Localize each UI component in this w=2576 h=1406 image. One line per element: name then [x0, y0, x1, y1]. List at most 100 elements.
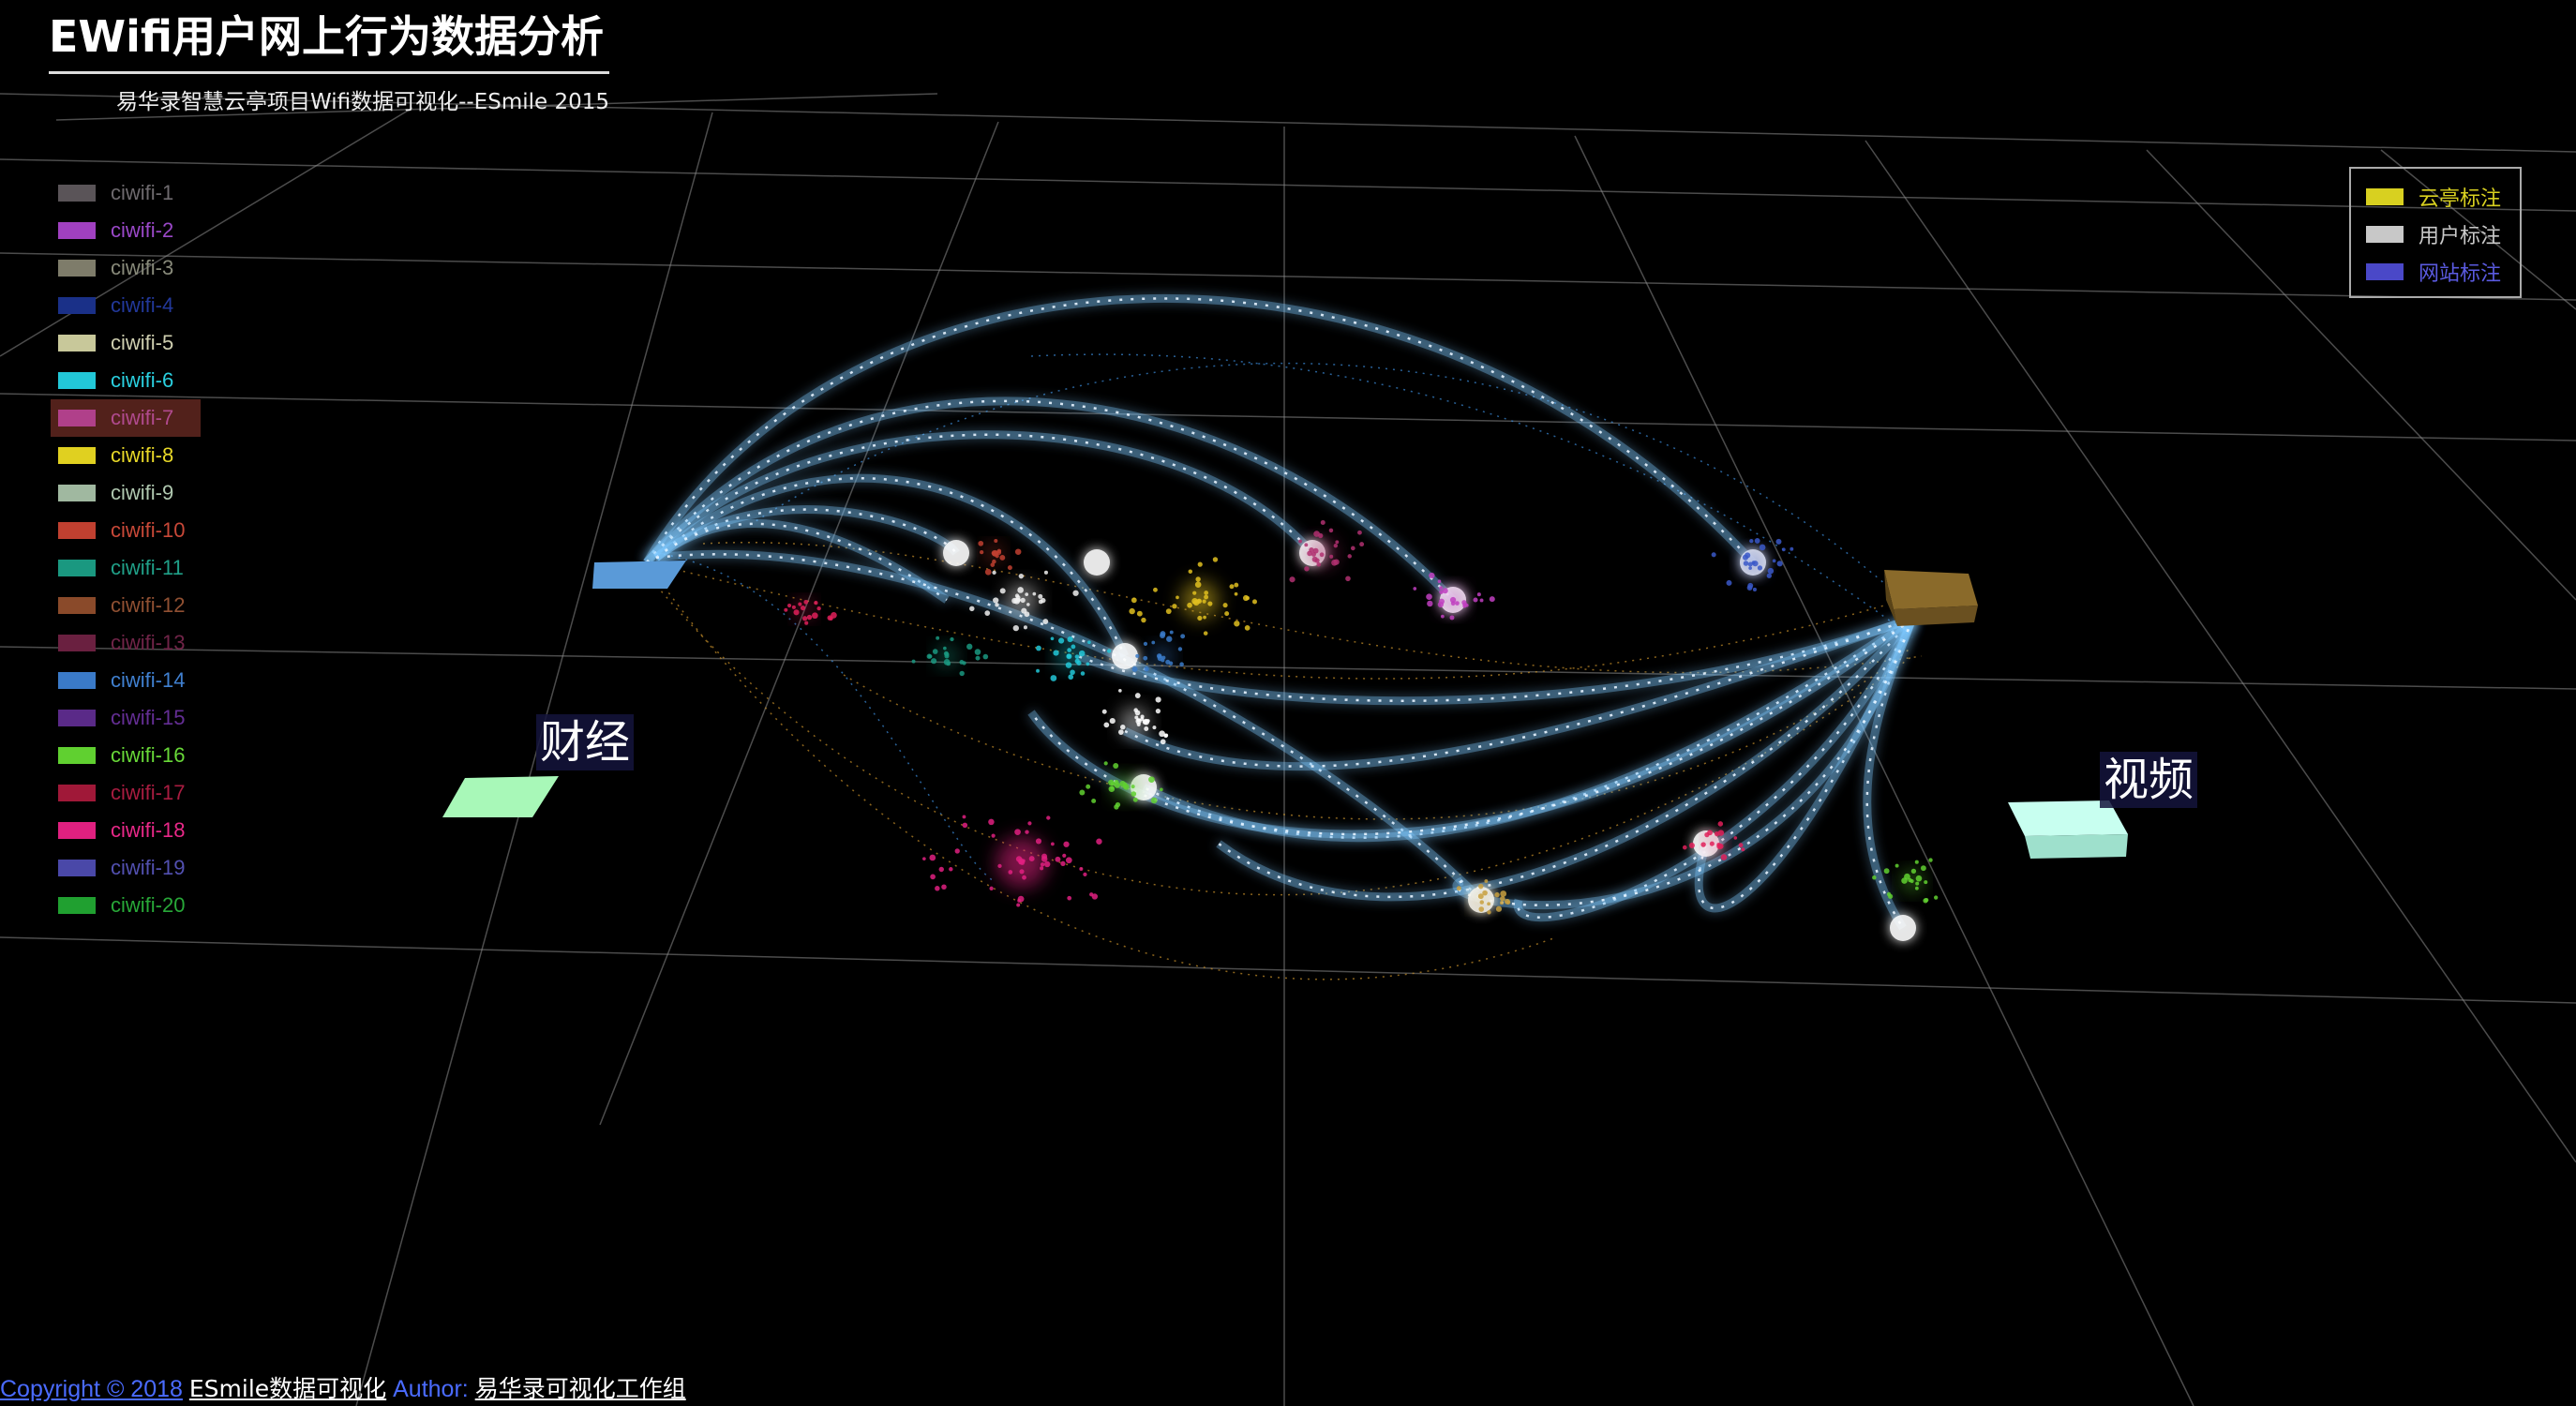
particle	[1915, 881, 1920, 886]
particle	[1347, 554, 1352, 559]
particle	[1742, 554, 1749, 561]
visualization-stage: EWifi用户网上行为数据分析 易华录智慧云亭项目Wifi数据可视化--ESmi…	[0, 0, 2576, 1406]
flow-arc	[1218, 618, 1913, 899]
particle	[1776, 561, 1783, 567]
wifi-legend-item[interactable]: ciwifi-11	[51, 549, 201, 587]
particle	[1357, 530, 1362, 535]
category-label-video: 视频	[2100, 752, 2198, 808]
particle	[1143, 655, 1148, 661]
wifi-legend-item[interactable]: ciwifi-7	[51, 399, 201, 437]
wifi-legend-item[interactable]: ciwifi-10	[51, 512, 201, 549]
particle-cluster	[1129, 557, 1258, 636]
particle	[1020, 597, 1026, 604]
legend-swatch	[2366, 263, 2404, 280]
particle	[1229, 584, 1235, 590]
particle	[1043, 570, 1048, 575]
particle	[1079, 789, 1086, 796]
wifi-legend-item[interactable]: ciwifi-1	[51, 174, 201, 212]
particle	[1478, 883, 1484, 890]
wifi-legend-item[interactable]: ciwifi-4	[51, 287, 201, 324]
wifi-legend-item[interactable]: ciwifi-9	[51, 474, 201, 512]
particle	[1775, 538, 1782, 545]
particle	[812, 612, 818, 620]
wifi-legend-item[interactable]: ciwifi-12	[51, 587, 201, 624]
particle	[1086, 662, 1090, 666]
particle	[1928, 858, 1933, 862]
particle	[1202, 599, 1206, 604]
particle	[1204, 591, 1209, 595]
particle	[1318, 532, 1324, 539]
wifi-legend-item[interactable]: ciwifi-2	[51, 212, 201, 249]
particle	[1072, 590, 1079, 596]
particle	[1717, 821, 1724, 827]
particle	[1766, 573, 1772, 578]
marker-legend-item[interactable]: 用户标注	[2351, 216, 2520, 253]
particle	[1289, 576, 1295, 583]
particle	[1151, 640, 1156, 645]
particle	[1038, 593, 1043, 599]
wifi-legend-item[interactable]: ciwifi-5	[51, 324, 201, 362]
particle	[1914, 886, 1919, 890]
particle	[1042, 619, 1049, 625]
author-link[interactable]: 易华录可视化工作组	[475, 1375, 686, 1402]
particle	[1131, 791, 1137, 797]
wifi-legend-item[interactable]: ciwifi-20	[51, 887, 201, 924]
particle	[1476, 592, 1481, 597]
particle	[1738, 843, 1744, 848]
wifi-legend-item[interactable]: ciwifi-13	[51, 624, 201, 662]
particle	[1234, 582, 1239, 588]
legend-swatch	[58, 747, 96, 764]
wifi-legend-item[interactable]: ciwifi-16	[51, 737, 201, 774]
marker-legend-item[interactable]: 网站标注	[2351, 253, 2520, 291]
brand-link[interactable]: ESmile数据可视化	[189, 1375, 386, 1402]
particle	[1426, 593, 1432, 601]
particle	[1134, 693, 1141, 698]
particle	[1741, 847, 1745, 852]
particle	[1197, 599, 1201, 604]
particle	[1110, 785, 1115, 790]
particle	[1041, 853, 1048, 860]
wifi-legend-item[interactable]: ciwifi-14	[51, 662, 201, 699]
wifi-legend-item[interactable]: ciwifi-17	[51, 774, 201, 812]
particle	[1487, 902, 1491, 906]
particle	[1462, 604, 1467, 608]
marker-legend-item[interactable]: 云亭标注	[2351, 178, 2520, 216]
particle	[926, 653, 932, 659]
wifi-legend-item[interactable]: ciwifi-8	[51, 437, 201, 474]
marker-legend: 云亭标注用户标注 网站标注	[2349, 167, 2522, 298]
wifi-legend-label: ciwifi-11	[111, 556, 184, 579]
wifi-legend-item[interactable]: ciwifi-18	[51, 812, 201, 849]
particle	[1479, 598, 1484, 603]
particle	[992, 559, 996, 564]
particle	[1158, 654, 1162, 659]
wifi-legend-label: ciwifi-2	[111, 218, 174, 242]
wifi-legend-label: ciwifi-16	[111, 743, 186, 767]
wifi-legend-item[interactable]: ciwifi-3	[51, 249, 201, 287]
particle	[1067, 648, 1072, 652]
particle	[993, 597, 999, 604]
particle	[1035, 838, 1042, 845]
marker-legend-label: 云亭标注	[2419, 187, 2502, 211]
particle	[1709, 841, 1715, 846]
particle	[1682, 845, 1687, 850]
particle	[1032, 591, 1037, 596]
author-label: Author:	[393, 1376, 469, 1402]
legend-swatch	[58, 710, 96, 726]
particle	[1746, 585, 1753, 591]
scene-canvas[interactable]	[0, 0, 2576, 1406]
particle	[1895, 863, 1899, 868]
wifi-legend-item[interactable]: ciwifi-15	[51, 699, 201, 737]
particle	[941, 884, 947, 890]
wifi-legend-item[interactable]: ciwifi-19	[51, 849, 201, 887]
copyright-link[interactable]: Copyright © 2018	[0, 1376, 183, 1402]
legend-swatch	[58, 897, 96, 914]
particle	[982, 653, 989, 660]
wifi-legend-item[interactable]: ciwifi-6	[51, 362, 201, 399]
particle	[1015, 595, 1021, 601]
particle	[1933, 895, 1939, 900]
particle	[1122, 782, 1128, 787]
thin-flow-arc	[646, 561, 1904, 680]
particle	[1120, 724, 1126, 730]
particle	[1140, 717, 1145, 722]
particle	[1359, 542, 1365, 547]
